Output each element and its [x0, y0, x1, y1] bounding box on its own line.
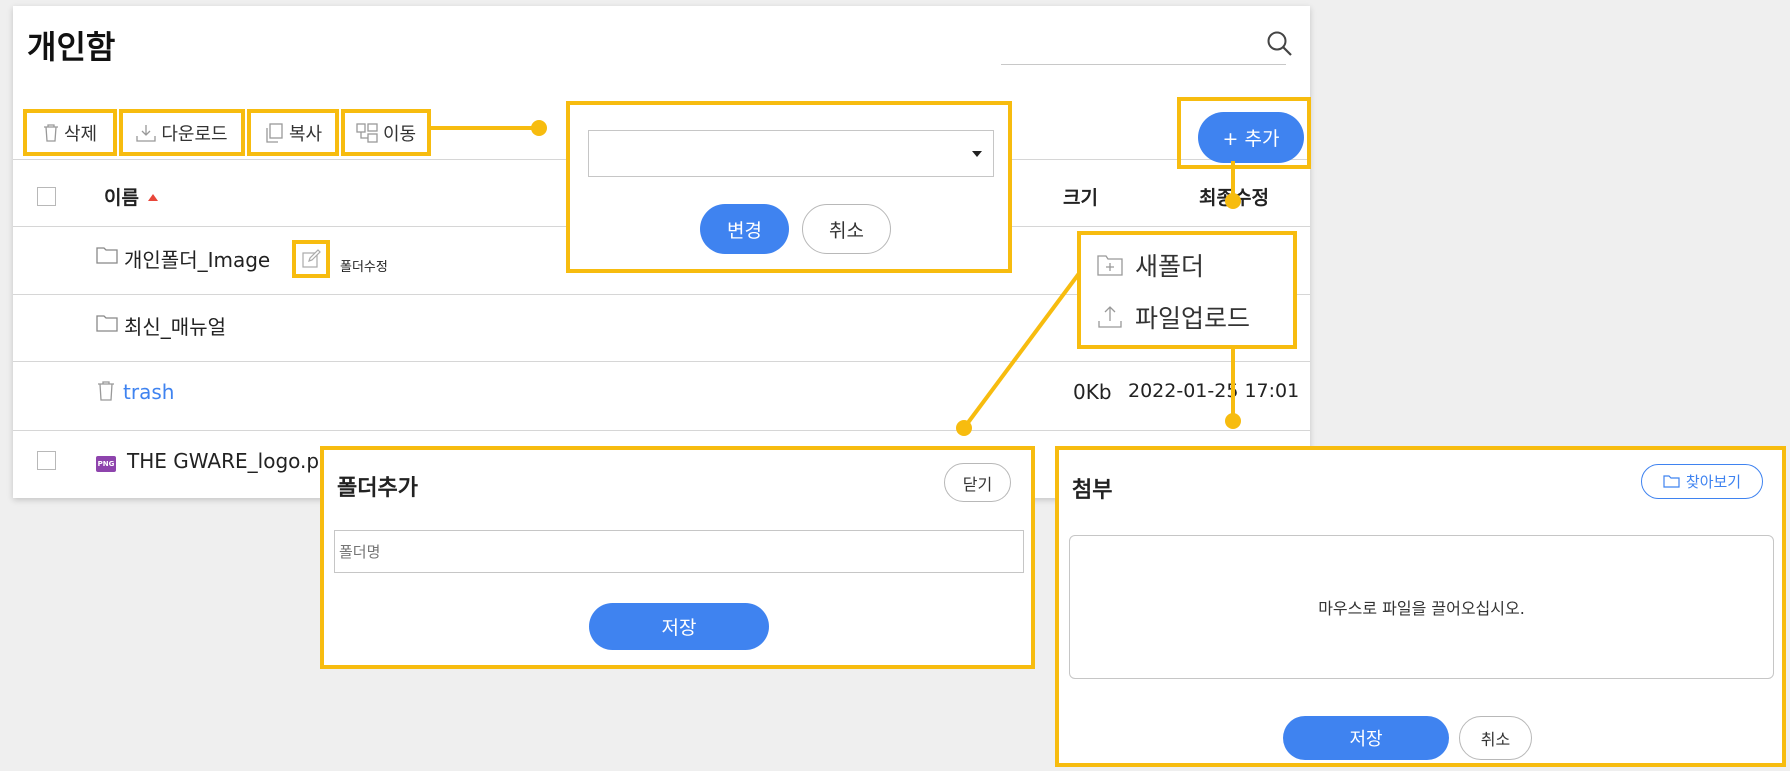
- menu-item-new-folder[interactable]: 새폴더: [1097, 247, 1204, 283]
- menu-item-label: 파일업로드: [1135, 304, 1251, 333]
- folder-select[interactable]: [588, 130, 994, 177]
- folder-open-icon: [1663, 474, 1681, 489]
- move-popup: 변경 취소: [566, 101, 1012, 273]
- folder-name-input[interactable]: [334, 530, 1024, 573]
- dialog-title: 첨부: [1072, 478, 1113, 503]
- menu-item-label: 새폴더: [1135, 252, 1205, 281]
- chevron-down-icon: [971, 150, 983, 158]
- save-button[interactable]: 저장: [589, 603, 769, 650]
- callout-dot: [956, 420, 972, 436]
- new-folder-icon: [1097, 254, 1123, 276]
- menu-item-file-upload[interactable]: 파일업로드: [1097, 299, 1250, 335]
- cancel-move-button[interactable]: 취소: [802, 204, 891, 254]
- drop-zone[interactable]: 마우스로 파일을 끌어오십시오.: [1069, 535, 1774, 679]
- folder-add-dialog: 폴더추가 닫기 저장: [320, 446, 1035, 669]
- browse-label: 찾아보기: [1685, 473, 1742, 491]
- upload-icon: [1097, 305, 1123, 329]
- save-button[interactable]: 저장: [1283, 716, 1449, 760]
- add-menu: 새폴더 파일업로드: [1077, 231, 1297, 349]
- close-button[interactable]: 닫기: [944, 463, 1011, 502]
- confirm-move-button[interactable]: 변경: [700, 204, 789, 254]
- browse-button[interactable]: 찾아보기: [1641, 464, 1763, 499]
- attach-dialog: 첨부 찾아보기 마우스로 파일을 끌어오십시오. 저장 취소: [1055, 446, 1786, 767]
- cancel-button[interactable]: 취소: [1459, 716, 1532, 760]
- dialog-title: 폴더추가: [337, 476, 418, 501]
